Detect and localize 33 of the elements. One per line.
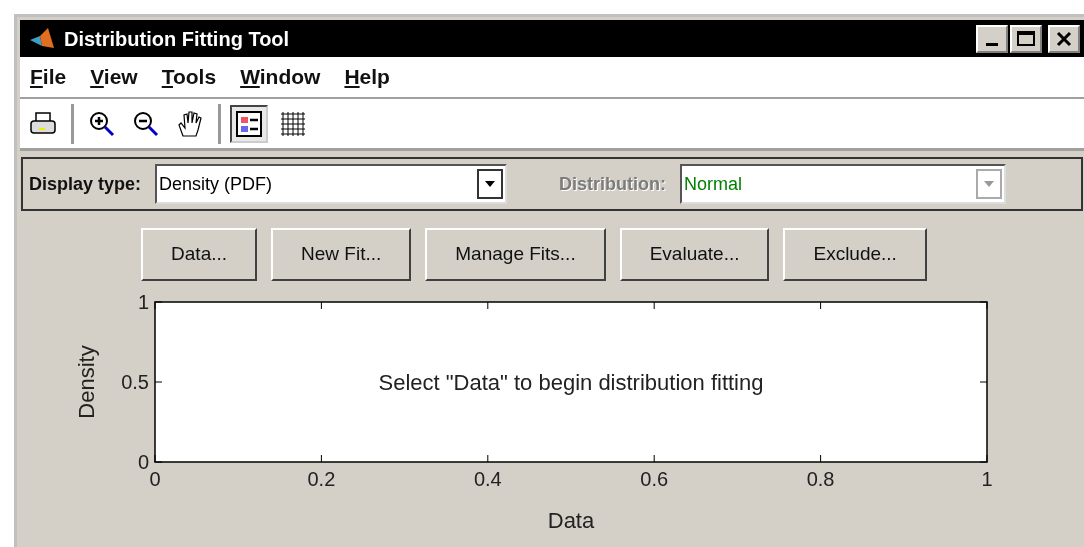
distribution-label: Distribution: xyxy=(559,172,667,196)
y-tick-label: 0 xyxy=(137,451,149,473)
x-axis-label: Data xyxy=(547,508,595,533)
action-button[interactable]: Data... xyxy=(141,228,258,281)
x-tick-label: 0.6 xyxy=(640,468,669,490)
y-tick-label: 1 xyxy=(137,291,149,313)
legend-button[interactable] xyxy=(230,104,268,143)
menu-item[interactable]: Help xyxy=(344,61,390,93)
y-tick-label: 0.5 xyxy=(121,371,149,393)
action-button[interactable]: Evaluate... xyxy=(619,228,770,281)
x-tick-label: 0 xyxy=(149,468,161,490)
x-tick-label: 0.4 xyxy=(473,468,502,490)
menu-item[interactable]: Tools xyxy=(161,61,217,93)
action-button[interactable]: Manage Fits... xyxy=(425,228,606,281)
legend-icon xyxy=(234,108,264,139)
menu-item[interactable]: Window xyxy=(240,61,321,93)
minimize-button[interactable] xyxy=(976,24,1008,53)
y-axis-label: Density xyxy=(74,345,99,419)
maximize-button[interactable] xyxy=(1010,24,1042,53)
hand-icon xyxy=(175,108,205,139)
action-button[interactable]: Exclude... xyxy=(783,228,927,281)
close-button[interactable] xyxy=(1048,24,1080,53)
x-tick-label: 0.2 xyxy=(307,468,336,490)
window-title: Distribution Fitting Tool xyxy=(64,26,291,52)
x-tick-label: 1 xyxy=(981,468,993,490)
display-type-label: Display type: xyxy=(29,172,142,196)
menu-item[interactable]: View xyxy=(90,61,138,93)
plot-message: Select "Data" to begin distribution fitting xyxy=(378,370,764,395)
action-button[interactable]: New Fit... xyxy=(271,228,412,281)
close-icon xyxy=(1056,30,1072,47)
display-type-dropdown[interactable]: Density (PDF) xyxy=(155,164,508,204)
x-tick-label: 0.8 xyxy=(806,468,835,490)
menu-item[interactable]: File xyxy=(30,61,67,93)
